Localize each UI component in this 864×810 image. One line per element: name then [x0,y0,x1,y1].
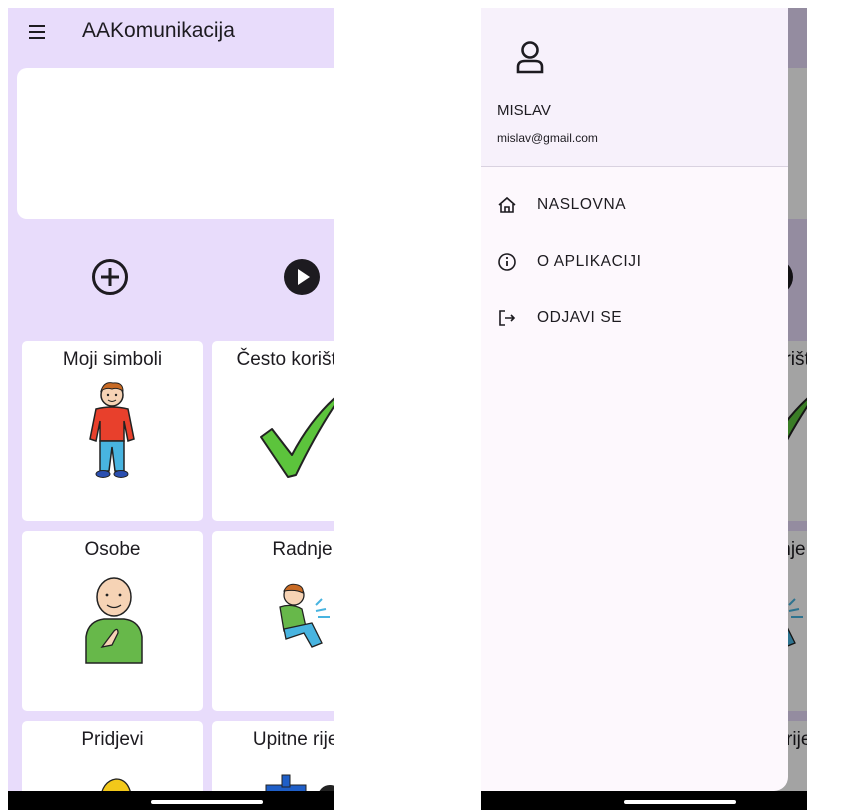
system-navigation-bar [8,791,334,810]
category-tile-radnje[interactable]: Radnje [212,531,334,711]
check-mark-pictogram [260,397,334,478]
play-circle-icon[interactable] [282,257,322,297]
user-email: mislav@gmail.com [497,131,598,145]
tile-label: Osobe [84,539,141,560]
boy-sitting-pictogram [279,583,330,648]
navigation-drawer: MISLAV mislav@gmail.com NASLOVNA O APLIK… [481,8,788,791]
user-name: MISLAV [497,102,551,119]
app-title: AAKomunikacija [82,19,235,42]
add-circle-icon[interactable] [90,257,130,297]
nav-item-label: O APLIKACIJI [537,253,642,270]
home-gesture-bar[interactable] [624,800,736,804]
message-bar[interactable] [17,68,334,219]
category-tile-cesto-koristeno[interactable]: Često korišteno [212,341,334,521]
nav-item-o-aplikaciji[interactable]: O APLIKACIJI [481,240,781,284]
nav-item-odjavi-se[interactable]: ODJAVI SE [481,296,781,340]
logout-icon [499,310,516,326]
home-screen-drawer-open: Često korišteno Radnje Upitne riječi MIS… [481,8,807,810]
tile-label: Moji simboli [62,349,163,370]
tile-label: Pridjevi [81,729,144,750]
tile-label: Radnje [272,539,333,560]
tile-label: Upitne riječi [252,729,334,750]
nav-item-label: NASLOVNA [537,196,627,213]
home-gesture-bar[interactable] [151,800,263,804]
system-navigation-bar [481,791,807,810]
boy-pictogram [89,382,135,478]
person-pointing-pictogram [85,577,143,664]
app-bar: AAKomunikacija [8,8,334,58]
nav-item-label: ODJAVI SE [537,309,623,326]
tile-label: Često korišteno [236,349,334,370]
home-icon [498,196,516,213]
menu-button[interactable] [26,20,50,44]
drawer-header: MISLAV mislav@gmail.com [481,8,788,167]
category-tile-moji-simboli[interactable]: Moji simboli [22,341,203,521]
category-tile-osobe[interactable]: Osobe [22,531,203,711]
person-icon [516,41,544,74]
nav-item-naslovna[interactable]: NASLOVNA [481,183,781,227]
home-screen: AAKomunikacija Moji simboli Često korišt… [8,8,334,810]
info-icon [498,253,516,271]
